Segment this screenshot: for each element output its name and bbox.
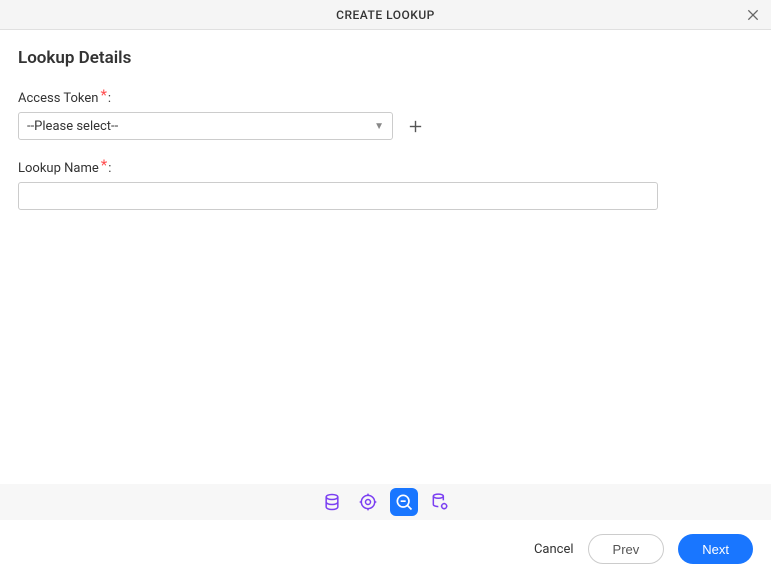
cancel-button[interactable]: Cancel	[534, 542, 574, 557]
required-asterisk: *	[101, 156, 107, 174]
modal-header: CREATE LOOKUP	[0, 0, 771, 30]
lookup-name-label: Lookup Name * :	[18, 158, 753, 176]
plus-icon	[407, 118, 424, 135]
access-token-row: --Please select-- ▼	[18, 112, 753, 140]
access-token-select[interactable]: --Please select-- ▼	[18, 112, 393, 140]
add-access-token-button[interactable]	[405, 116, 425, 136]
access-token-label: Access Token * :	[18, 88, 753, 106]
step-data-source[interactable]	[318, 488, 346, 516]
database-gear-icon	[430, 492, 450, 512]
access-token-label-text: Access Token	[18, 91, 98, 106]
search-minus-icon	[394, 492, 414, 512]
close-button[interactable]	[743, 5, 763, 25]
access-token-select-value: --Please select--	[27, 119, 374, 134]
lookup-name-label-text: Lookup Name	[18, 161, 99, 176]
step-lookup-details[interactable]	[390, 488, 418, 516]
chevron-down-icon: ▼	[374, 121, 384, 132]
step-configure[interactable]	[354, 488, 382, 516]
step-data-settings[interactable]	[426, 488, 454, 516]
section-title: Lookup Details	[18, 48, 753, 68]
stepper-row	[0, 484, 771, 520]
footer: Cancel Prev Next	[0, 520, 771, 578]
next-button[interactable]: Next	[678, 534, 753, 564]
access-token-field-group: Access Token * : --Please select-- ▼	[18, 88, 753, 140]
database-icon	[322, 492, 342, 512]
close-icon	[745, 7, 761, 23]
gear-target-icon	[358, 492, 378, 512]
lookup-name-input[interactable]	[18, 182, 658, 210]
prev-button[interactable]: Prev	[588, 534, 665, 564]
modal-title: CREATE LOOKUP	[336, 8, 435, 22]
access-token-colon: :	[108, 91, 111, 106]
content-area: Lookup Details Access Token * : --Please…	[0, 30, 771, 210]
lookup-name-field-group: Lookup Name * :	[18, 158, 753, 210]
lookup-name-colon: :	[108, 161, 111, 176]
required-asterisk: *	[100, 86, 106, 104]
